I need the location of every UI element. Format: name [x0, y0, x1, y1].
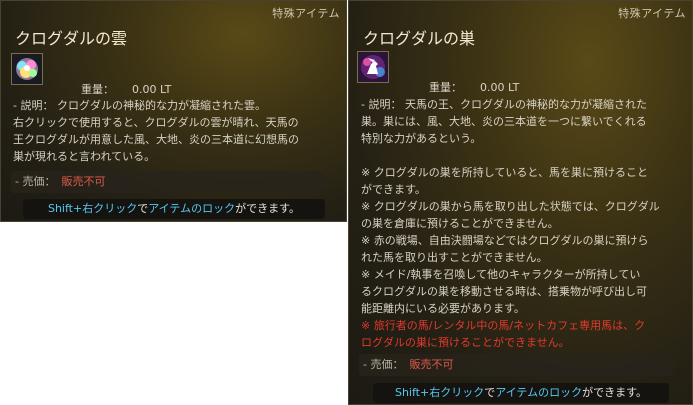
pegasus-nest-icon: [357, 51, 389, 83]
weight-value: 0.00 LT: [132, 83, 172, 96]
desc-line: - 説明： 天馬の王、クログダルの神秘的な力が凝縮された: [361, 98, 647, 111]
price-label: - 売価：: [15, 175, 56, 188]
lock-hint: Shift+右クリックでアイテムのロックができます。: [373, 383, 669, 403]
note-line: ※ 赤の戦場、自由決闘場などではクログダルの巣に預けら: [361, 234, 649, 247]
lock-hint-text: ができます。: [582, 386, 648, 399]
desc-line: 右クリックで使用すると、クログダルの雲が晴れ、天馬の: [13, 116, 299, 129]
item-description: - 説明： クログダルの神秘的な力が凝縮された雲。 右クリックで使用すると、クロ…: [13, 97, 299, 165]
note-line: ができます。: [361, 183, 426, 196]
price-row: - 売価： 販売不可: [11, 171, 323, 193]
item-category: 特殊アイテム: [272, 7, 340, 20]
price-label: - 売価：: [363, 358, 404, 371]
note-line: 能距離内にいる必要があります。: [361, 302, 525, 315]
lock-hint-text: で: [137, 202, 149, 215]
weight-row: 重量： 0.00 LT: [429, 79, 519, 95]
note-line: の巣を倉庫に預けることができません。: [361, 217, 559, 230]
note-line: れた馬を取り出すことができません。: [361, 251, 548, 264]
price-row: - 売価： 販売不可: [359, 354, 673, 376]
item-tooltip-nest: 特殊アイテム クログダルの巣 重量： 0.00 LT - 説明： 天馬の王、クログ…: [348, 0, 693, 405]
lock-hint-action: アイテムのロック: [495, 386, 583, 399]
lock-hint-shortcut: Shift+右クリック: [47, 202, 138, 215]
desc-line: 王クログダルが用意した風、大地、炎の三本道に幻想馬の: [13, 133, 299, 146]
note-line: ※ クログダルの巣から馬を取り出した状態では、クログダル: [361, 200, 660, 213]
item-description: - 説明： 天馬の王、クログダルの神秘的な力が凝縮された 巣。巣には、風、大地、…: [361, 96, 647, 147]
item-tooltip-cloud: 特殊アイテム クログダルの雲 重量： 0.00 LT - 説明： クログダルの神秘…: [0, 0, 347, 222]
weight-value: 0.00 LT: [480, 81, 520, 94]
weight-label: 重量：: [81, 83, 114, 96]
lock-hint-shortcut: Shift+右クリック: [394, 386, 485, 399]
item-category: 特殊アイテム: [618, 7, 686, 20]
lock-hint-text: で: [484, 386, 496, 399]
note-line: ※ メイド/執事を召喚して他のキャラクターが所持してい: [361, 268, 641, 281]
price-value: 販売不可: [409, 358, 454, 371]
desc-line: 巣。巣には、風、大地、炎の三本道を一つに繋いでくれる: [361, 115, 647, 128]
desc-line: 巣が現れると言われている。: [13, 150, 156, 163]
weight-row: 重量： 0.00 LT: [81, 81, 171, 97]
item-title: クログダルの雲: [15, 29, 128, 48]
item-title: クログダルの巣: [363, 29, 476, 48]
lock-hint-text: ができます。: [235, 202, 301, 215]
item-notes: ※ クログダルの巣を所持していると、馬を巣に預けること ができます。 ※ クログ…: [361, 164, 660, 351]
weight-label: 重量：: [429, 81, 462, 94]
note-line: ※ クログダルの巣を所持していると、馬を巣に預けること: [361, 166, 648, 179]
rainbow-cloud-icon: [11, 53, 43, 85]
warning-line: ※ 旅行者の馬/レンタル中の馬/ネットカフェ専用馬は、ク: [361, 319, 646, 332]
warning-line: ログダルの巣に預けることができません。: [361, 336, 570, 349]
lock-hint-action: アイテムのロック: [148, 202, 236, 215]
desc-line: - 説明： クログダルの神秘的な力が凝縮された雲。: [13, 99, 266, 112]
lock-hint: Shift+右クリックでアイテムのロックができます。: [23, 199, 325, 219]
note-line: るクログダルの巣を移動させる時は、搭乗物が呼び出し可: [361, 285, 647, 298]
desc-line: 特別な力があるという。: [361, 132, 482, 145]
price-value: 販売不可: [61, 175, 106, 188]
